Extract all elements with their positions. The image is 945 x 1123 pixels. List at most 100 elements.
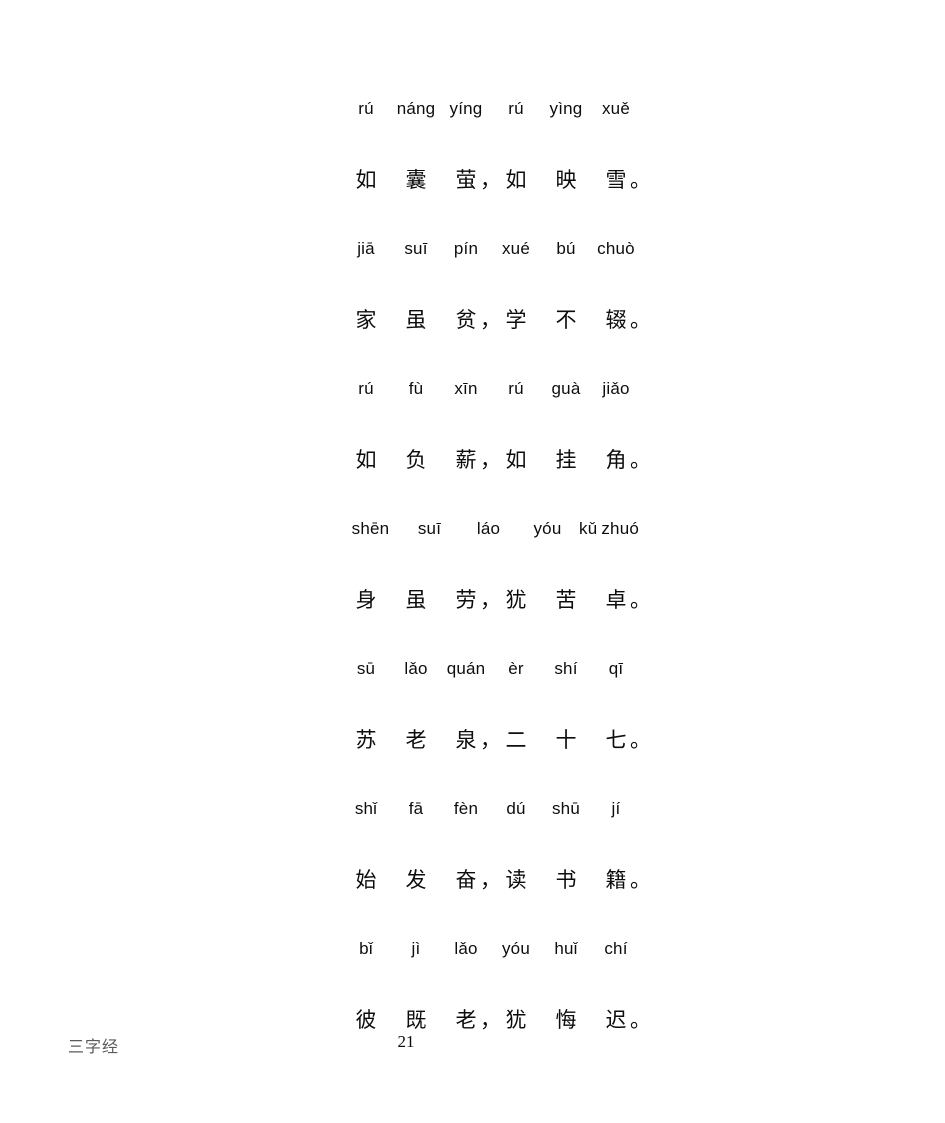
hanzi-character: 囊	[405, 169, 427, 192]
hanzi-character: 虽	[405, 309, 427, 332]
pinyin-syllable: rú	[358, 379, 374, 398]
pinyin-syllable: lǎo	[454, 939, 478, 958]
couplet: rú fù xīn rú guà jiǎo 如 负 薪， 如 挂 角。	[341, 354, 652, 494]
hanzi-character: 贫，	[441, 304, 502, 334]
hanzi-character: 苏	[355, 729, 377, 752]
pinyin-syllable: yóu	[533, 519, 562, 538]
pinyin-syllable: náng	[396, 99, 436, 118]
hanzi-character: 如	[355, 169, 377, 192]
hanzi-character: 老，	[441, 1004, 502, 1034]
pinyin-syllable: fā	[408, 799, 424, 818]
pinyin-syllable: yóu	[501, 939, 530, 958]
pinyin-syllable: jì	[411, 939, 421, 958]
hanzi-character: 书	[555, 869, 577, 892]
pinyin-syllable: suī	[404, 239, 428, 258]
hanzi-glyph: 奋	[455, 869, 477, 892]
pinyin-line: shēn suī láo yóu kǔ zhuó	[341, 494, 641, 564]
pinyin-syllable: chí	[604, 939, 628, 958]
hanzi-character: 籍。	[591, 864, 652, 894]
pinyin-syllable: bú	[556, 239, 576, 258]
hanzi-character: 虽	[405, 589, 427, 612]
pinyin-syllable: chuò	[597, 239, 635, 258]
couplet: sū lǎo quán èr shí qī 苏 老 泉， 二 十 七。	[341, 634, 652, 774]
pinyin-line: jiā suī pín xué bú chuò	[341, 214, 641, 284]
hanzi-character: 身	[355, 589, 377, 612]
pinyin-syllable: suī	[417, 519, 442, 538]
pinyin-syllable: quán	[446, 659, 486, 678]
pinyin-syllable: xīn	[454, 379, 478, 398]
hanzi-character: 角。	[591, 444, 652, 474]
pinyin-syllable: láo	[476, 519, 501, 538]
hanzi-glyph: 泉	[455, 729, 477, 752]
pinyin-line: bǐ jì lǎo yóu huǐ chí	[341, 914, 641, 984]
pinyin-syllable: xué	[501, 239, 530, 258]
pinyin-syllable: dú	[506, 799, 526, 818]
hanzi-line: 家 虽 贫， 学 不 辍。	[341, 284, 652, 354]
hanzi-character: 家	[355, 309, 377, 332]
hanzi-line: 身 虽 劳， 犹 苦 卓。	[341, 564, 652, 634]
hanzi-character: 七。	[591, 724, 652, 754]
hanzi-character: 萤，	[441, 164, 502, 194]
hanzi-glyph: 角	[605, 449, 627, 472]
pinyin-syllable: fù	[408, 379, 424, 398]
hanzi-character: 彼	[355, 1009, 377, 1032]
hanzi-glyph: 薪	[455, 449, 477, 472]
hanzi-character: 泉，	[441, 724, 502, 754]
hanzi-character: 老	[405, 729, 427, 752]
hanzi-character: 既	[405, 1009, 427, 1032]
hanzi-character: 十	[555, 729, 577, 752]
period-punctuation: 。	[630, 869, 651, 892]
hanzi-character: 薪，	[441, 444, 502, 474]
hanzi-glyph: 七	[605, 729, 627, 752]
pinyin-syllable: èr	[508, 659, 524, 678]
pinyin-syllable: rú	[358, 99, 374, 118]
pinyin-syllable: rú	[508, 99, 524, 118]
hanzi-character: 卓。	[591, 584, 652, 614]
hanzi-line: 苏 老 泉， 二 十 七。	[341, 704, 652, 774]
hanzi-character: 悔	[555, 1009, 577, 1032]
verse-block: rú náng yíng rú yìng xuě 如 囊 萤， 如 映 雪。 j…	[341, 74, 652, 1054]
pinyin-syllable: shǐ	[354, 799, 378, 818]
hanzi-glyph: 萤	[455, 169, 477, 192]
pinyin-syllable: pín	[453, 239, 479, 258]
period-punctuation: 。	[630, 589, 651, 612]
couplet: rú náng yíng rú yìng xuě 如 囊 萤， 如 映 雪。	[341, 74, 652, 214]
hanzi-character: 二	[505, 729, 527, 752]
pinyin-line: rú fù xīn rú guà jiǎo	[341, 354, 641, 424]
pinyin-syllable: qī	[608, 659, 624, 678]
pinyin-syllable: kǔ	[579, 519, 598, 538]
hanzi-character: 学	[505, 309, 527, 332]
pinyin-syllable: yìng	[549, 99, 583, 118]
pinyin-syllable: shēn	[351, 519, 390, 538]
pinyin-syllable: huǐ	[554, 939, 578, 958]
hanzi-character: 奋，	[441, 864, 502, 894]
hanzi-character: 不	[555, 309, 577, 332]
hanzi-character: 雪。	[591, 164, 652, 194]
hanzi-character: 负	[405, 449, 427, 472]
page-number: 21	[397, 1032, 415, 1051]
hanzi-line: 如 负 薪， 如 挂 角。	[341, 424, 652, 494]
hanzi-character: 劳，	[441, 584, 502, 614]
pinyin-syllable: fèn	[453, 799, 479, 818]
hanzi-character: 始	[355, 869, 377, 892]
hanzi-glyph: 老	[455, 1009, 477, 1032]
couplet: shēn suī láo yóu kǔ zhuó 身 虽 劳， 犹 苦 卓。	[341, 494, 652, 634]
hanzi-character: 映	[555, 169, 577, 192]
document-page: rú náng yíng rú yìng xuě 如 囊 萤， 如 映 雪。 j…	[0, 0, 945, 1123]
pinyin-syllable: bǐ	[359, 939, 373, 958]
pinyin-syllable: xuě	[601, 99, 630, 118]
hanzi-line: 始 发 奋， 读 书 籍。	[341, 844, 652, 914]
hanzi-line: 如 囊 萤， 如 映 雪。	[341, 144, 652, 214]
period-punctuation: 。	[630, 309, 651, 332]
pinyin-syllable: shū	[551, 799, 580, 818]
pinyin-line: shǐ fā fèn dú shū jí	[341, 774, 641, 844]
hanzi-character: 苦	[555, 589, 577, 612]
period-punctuation: 。	[630, 169, 651, 192]
hanzi-character: 如	[355, 449, 377, 472]
pinyin-syllable: jí	[611, 799, 621, 818]
pinyin-line: sū lǎo quán èr shí qī	[341, 634, 641, 704]
pinyin-syllable: shí	[554, 659, 578, 678]
hanzi-character: 读	[505, 869, 527, 892]
hanzi-glyph: 劳	[455, 589, 477, 612]
hanzi-character: 犹	[505, 589, 527, 612]
